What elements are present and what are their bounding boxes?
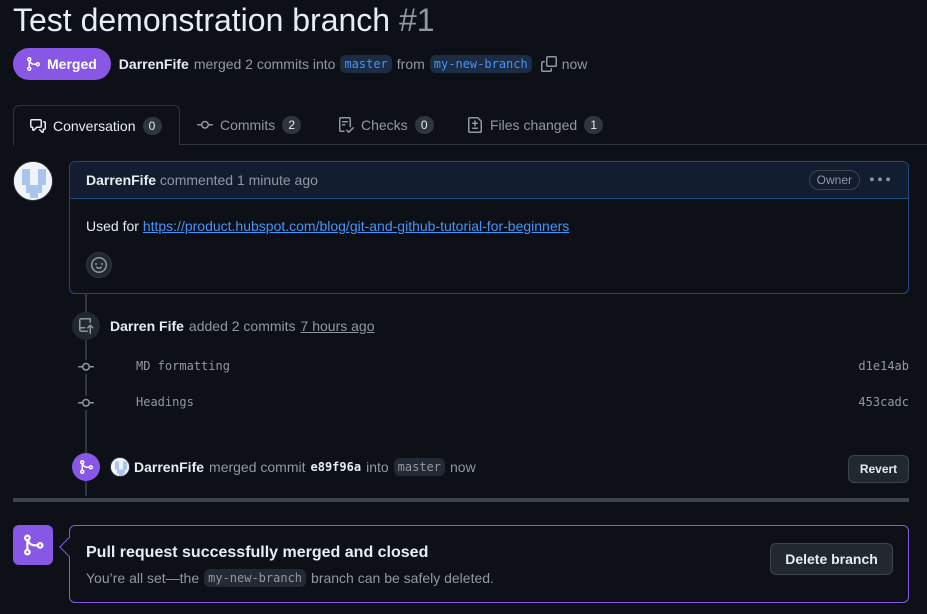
pr-meta: Merged DarrenFife merged 2 commits into …	[13, 48, 587, 80]
git-merge-icon	[78, 459, 94, 475]
checklist-icon	[338, 117, 354, 133]
head-branch-pill[interactable]: my-new-branch	[429, 55, 532, 73]
list-item: MD formatting d1e14ab	[0, 357, 909, 377]
comment-body-text: Used for	[86, 218, 139, 234]
commits-event-text: Darren Fife added 2 commits 7 hours ago	[110, 318, 374, 334]
merge-status-sub-suffix: branch can be safely deleted.	[311, 570, 494, 586]
commit-message-link[interactable]: MD formatting	[136, 359, 230, 373]
merge-event-badge	[72, 453, 100, 481]
add-reaction-button[interactable]	[86, 252, 112, 278]
comment-box: DarrenFife commented 1 minute ago Owner …	[69, 161, 909, 294]
merge-status-title: Pull request successfully merged and clo…	[86, 544, 429, 561]
from-text: from	[396, 56, 425, 72]
merged-state-badge: Merged	[13, 48, 111, 80]
tab-checks[interactable]: Checks 0	[322, 105, 450, 145]
comment-author-link[interactable]: DarrenFife	[86, 172, 156, 188]
git-commit-icon	[197, 117, 213, 133]
tab-conversation-count: 0	[142, 116, 162, 135]
merge-time: now	[561, 56, 588, 72]
timeline-divider	[13, 498, 909, 502]
git-commit-icon	[78, 396, 94, 410]
pr-title-text: Test demonstration branch	[13, 2, 391, 38]
commit-sha-link[interactable]: 453cadc	[858, 395, 909, 409]
merged-state-label: Merged	[47, 56, 97, 72]
repo-push-event-badge	[72, 312, 100, 340]
comment-header: DarrenFife commented 1 minute ago Owner	[70, 162, 908, 199]
comment-time-link[interactable]: 1 minute ago	[237, 172, 318, 188]
tab-checks-count: 0	[414, 116, 434, 134]
git-merge-icon	[21, 533, 45, 557]
commits-event-time[interactable]: 7 hours ago	[301, 318, 375, 334]
comment-action: commented	[159, 172, 234, 188]
tab-files-changed[interactable]: Files changed 1	[451, 105, 619, 145]
file-diff-icon	[467, 117, 483, 133]
merge-event-author[interactable]: DarrenFife	[134, 459, 204, 475]
merge-event-into: into	[366, 459, 389, 475]
commit-message-link[interactable]: Headings	[136, 395, 194, 409]
git-merge-icon	[25, 56, 41, 72]
merge-status-box: Pull request successfully merged and clo…	[59, 525, 909, 603]
merge-event-time: now	[450, 459, 476, 475]
avatar[interactable]	[13, 161, 53, 201]
tab-conversation[interactable]: Conversation 0	[13, 105, 180, 146]
pr-number: #1	[398, 2, 435, 38]
tab-checks-label: Checks	[361, 117, 408, 133]
git-commit-icon	[78, 360, 94, 374]
pr-tabs: Conversation 0 Commits 2 Checks 0 Files …	[13, 105, 927, 146]
comment-link[interactable]: https://product.hubspot.com/blog/git-and…	[143, 218, 569, 234]
revert-button[interactable]: Revert	[848, 455, 909, 483]
comment-discussion-icon	[30, 118, 46, 134]
comment-body: Used for https://product.hubspot.com/blo…	[70, 199, 908, 234]
merge-event-branch[interactable]: master	[393, 458, 446, 476]
tab-commits-label: Commits	[220, 117, 276, 133]
smiley-icon	[91, 257, 107, 273]
merge-commit-sha-link[interactable]: e89f96a	[311, 460, 362, 474]
merge-status-sub-prefix: You’re all set—the	[86, 570, 200, 586]
tab-commits-count: 2	[282, 116, 302, 134]
commits-event-action: added 2 commits	[188, 318, 296, 334]
merge-event-text: DarrenFife merged commit e89f96a into ma…	[134, 458, 476, 476]
tab-files-changed-count: 1	[584, 116, 604, 134]
merge-event-action: merged commit	[209, 459, 306, 475]
merge-status-caret	[59, 537, 79, 557]
kebab-menu-icon[interactable]	[870, 170, 890, 190]
list-item: Headings 453cadc	[0, 393, 909, 413]
base-branch-pill[interactable]: master	[340, 55, 392, 73]
merge-status-icon-box	[13, 525, 53, 565]
pr-title: Test demonstration branch #1	[13, 2, 435, 39]
merge-status-branch: my-new-branch	[204, 569, 307, 587]
merge-status-subtitle: You’re all set—the my-new-branch branch …	[86, 569, 494, 587]
commit-sha-link[interactable]: d1e14ab	[858, 359, 909, 373]
avatar[interactable]	[110, 457, 130, 477]
tab-files-changed-label: Files changed	[490, 117, 578, 133]
repo-push-icon	[78, 318, 94, 334]
merge-summary-text: merged 2 commits into	[193, 56, 336, 72]
owner-badge: Owner	[808, 170, 860, 190]
copy-icon[interactable]	[540, 56, 557, 72]
tab-commits[interactable]: Commits 2	[181, 105, 317, 145]
tab-conversation-label: Conversation	[53, 117, 136, 134]
pr-author-link[interactable]: DarrenFife	[119, 56, 189, 72]
commits-event-author[interactable]: Darren Fife	[110, 318, 184, 334]
merge-summary: DarrenFife merged 2 commits into master …	[119, 55, 588, 73]
delete-branch-button[interactable]: Delete branch	[770, 543, 893, 575]
